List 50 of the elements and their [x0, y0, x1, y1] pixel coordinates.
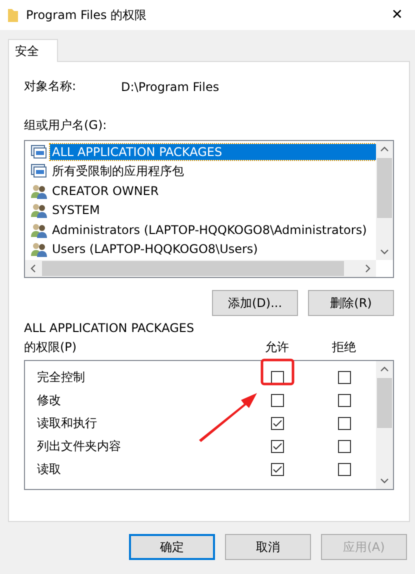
checkmark-icon	[272, 443, 282, 450]
pointer-arrow	[199, 393, 257, 442]
checkbox[interactable]	[338, 371, 350, 384]
permission-name: 修改	[37, 392, 62, 409]
principal-item[interactable]: Administrators (LAPTOP-HQQKOGO8\Administrators)	[50, 222, 369, 238]
vertical-scrollbar[interactable]	[376, 141, 393, 260]
checkmark-icon	[272, 420, 282, 427]
highlight-frame	[260, 358, 294, 386]
column-header: 允许	[264, 339, 290, 356]
checkbox[interactable]	[338, 463, 350, 476]
object-name-value: D:\Program Files	[121, 80, 220, 94]
horizontal-scrollbar[interactable]	[25, 260, 376, 277]
permission-name: 读取	[37, 461, 62, 478]
vertical-scrollbar[interactable]	[376, 361, 393, 489]
add-button[interactable]: 添加(D)...	[212, 290, 298, 316]
checkbox[interactable]	[338, 417, 350, 430]
principal-item[interactable]: ALL APPLICATION PACKAGES	[50, 144, 376, 160]
checkbox[interactable]	[270, 394, 284, 407]
remove-button[interactable]: 删除(R)	[308, 290, 394, 316]
ok-button[interactable]: 确定	[129, 534, 215, 560]
tab[interactable]: 安全	[8, 39, 58, 62]
principal-item[interactable]: Users (LAPTOP-HQQKOGO8\Users)	[50, 241, 260, 258]
object-name-label: 对象名称:	[24, 78, 78, 95]
cancel-button[interactable]: 取消	[225, 534, 311, 560]
permission-name: 读取和执行	[37, 415, 98, 432]
close-button[interactable]: ✕	[387, 7, 407, 23]
checkbox[interactable]	[270, 463, 284, 476]
package-group-icon	[31, 144, 47, 160]
window-title: Program Files 的权限	[26, 6, 148, 24]
checkbox[interactable]	[270, 440, 284, 453]
group-label: 组或用户名(G):	[24, 117, 108, 134]
checkmark-icon	[272, 466, 282, 473]
checkbox[interactable]	[338, 394, 350, 407]
checkbox[interactable]	[338, 440, 350, 453]
column-header: 拒绝	[331, 339, 357, 356]
folder-icon	[8, 8, 18, 22]
checkbox[interactable]	[270, 417, 284, 430]
principal-item[interactable]: CREATOR OWNER	[50, 182, 161, 199]
users-icon	[31, 182, 47, 199]
users-icon	[31, 241, 47, 258]
permissions-label: ALL APPLICATION PACKAGES	[24, 321, 196, 335]
checkbox[interactable]	[270, 371, 284, 384]
principal-item[interactable]: SYSTEM	[50, 202, 102, 218]
permission-name: 完全控制	[37, 369, 86, 386]
principal-item[interactable]: 所有受限制的应用程序包	[50, 162, 186, 181]
permissions-label: 的权限(P)	[24, 339, 78, 356]
package-group-icon	[31, 163, 47, 180]
users-icon	[31, 222, 47, 238]
users-icon	[31, 202, 47, 218]
permission-name: 列出文件夹内容	[37, 438, 122, 455]
